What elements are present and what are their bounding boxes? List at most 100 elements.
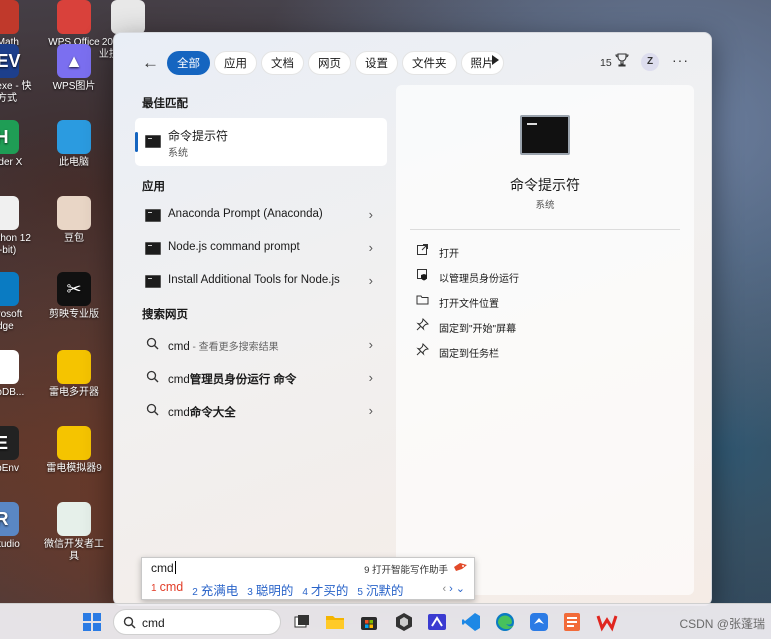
idle-python-icon (0, 196, 19, 230)
desktop-icon-label: Builder X (0, 157, 23, 168)
ime-candidate[interactable]: 2 充满电 (192, 580, 238, 599)
app-result-item[interactable]: Anaconda Prompt (Anaconda) › (135, 201, 387, 229)
desktop-icon-label: 剪映专业版 (49, 309, 99, 320)
wps-icon[interactable] (596, 611, 618, 633)
chevron-right-icon[interactable]: › (369, 273, 373, 288)
chevron-right-icon[interactable]: › (369, 403, 373, 418)
ime-candidate-bar: cmd 9 打开智能写作助手 1 cmd 2 充满电 3 聪明的 4 才买的 5 沉默的 ‹›⌄ (141, 557, 475, 600)
tab-4[interactable]: 设置 (355, 51, 398, 75)
web-result-label: cmd - 查看更多搜索结果 (168, 341, 279, 353)
chevron-right-icon[interactable]: › (369, 240, 373, 255)
desktop-icon-doubao[interactable]: 豆包 (44, 196, 104, 245)
store-icon[interactable] (358, 611, 380, 633)
desktop-icon-ld-player[interactable]: 雷电模拟器9 (44, 426, 104, 475)
desktop-icon-ld-multi[interactable]: 雷电多开器 (44, 350, 104, 399)
start-button[interactable] (83, 613, 101, 631)
back-arrow-icon[interactable]: ← (142, 53, 159, 73)
desktop-icon-devcpp[interactable]: DEV vcpp.exe - 快捷方式 (0, 44, 32, 105)
divider (410, 229, 680, 230)
bird-app-icon[interactable] (528, 611, 550, 633)
notes-app-icon[interactable] (561, 611, 583, 633)
tab-2[interactable]: 文档 (261, 51, 304, 75)
desktop-icon-wechat-dev[interactable]: 微信开发者工具 (44, 502, 104, 563)
chevron-right-icon[interactable]: › (369, 370, 373, 385)
desktop-icon-phpenv[interactable]: EphpEnv (0, 426, 32, 475)
ime-candidate[interactable]: 5 沉默的 (357, 580, 403, 599)
more-options-icon[interactable]: ··· (672, 52, 689, 68)
web-result-item[interactable]: cmd - 查看更多搜索结果 › (135, 331, 387, 359)
desktop-icon-edge[interactable]: Microsoft Edge (0, 272, 32, 333)
desktop-icon-label: phpEnv (0, 463, 19, 474)
best-match-heading: 最佳匹配 (142, 98, 188, 110)
next-page-icon[interactable]: › (449, 583, 456, 595)
desktop-icon-wps-image[interactable]: ▲ WPS图片 (44, 44, 104, 93)
unity-icon[interactable] (393, 611, 415, 633)
desktop-icon-mongodb[interactable]: ongoDB... (0, 350, 32, 399)
visual-studio-icon[interactable] (426, 611, 448, 633)
file-explorer-icon[interactable] (324, 611, 346, 633)
rstudio-icon: R (0, 502, 19, 536)
app-result-item[interactable]: Node.js command prompt › (135, 234, 387, 262)
ime-assistant-link[interactable]: 9 打开智能写作助手 (364, 562, 448, 576)
best-match-type: 系统 (168, 148, 188, 159)
terminal-icon (145, 209, 161, 222)
filter-bar: ← 全部 应用 文档 网页 设置 文件夹 照片 15 Z ··· (114, 51, 711, 75)
pin-icon (416, 317, 430, 331)
detail-type: 系统 (535, 200, 555, 211)
user-avatar[interactable]: Z (641, 53, 659, 71)
rewards-points: 15 (600, 57, 612, 69)
desktop-icon-wps-office[interactable]: WPS Office (44, 0, 104, 49)
web-result-label: cmd命令大全 (168, 407, 236, 419)
search-panel: ← 全部 应用 文档 网页 设置 文件夹 照片 15 Z ··· 最佳匹配 命令提示符 系统… (113, 32, 712, 606)
phpenv-icon: E (0, 426, 19, 460)
desktop-icon-jianying[interactable]: ✂ 剪映专业版 (44, 272, 104, 321)
watermark: CSDN @张蓬瑞 (679, 617, 765, 631)
chevron-right-icon[interactable]: › (369, 207, 373, 222)
app-result-item[interactable]: Install Additional Tools for Node.js › (135, 267, 387, 295)
search-icon (146, 337, 159, 350)
desktop-icon-label: ongoDB... (0, 387, 25, 398)
desktop-icon-axmath[interactable]: AxMath (0, 0, 32, 49)
ime-candidate[interactable]: 1 cmd (151, 580, 183, 599)
desktop-icon-label: 此电脑 (59, 157, 89, 168)
trophy-icon[interactable] (615, 53, 629, 70)
tab-1[interactable]: 应用 (214, 51, 257, 75)
selection-indicator (135, 132, 138, 152)
chevron-right-icon[interactable]: › (369, 337, 373, 352)
taskbar-search-box[interactable]: cmd (113, 609, 281, 635)
web-result-item[interactable]: cmd命令大全 › (135, 397, 387, 425)
vscode-icon[interactable] (460, 611, 482, 633)
wechat-dev-icon (57, 502, 91, 536)
best-match-item[interactable]: 命令提示符 系统 (135, 118, 387, 166)
desktop-icon-label: 微信开发者工具 (44, 539, 104, 562)
desktop-icon-label: E (Python 12 64-bit) (0, 233, 31, 256)
desktop-icon-label: WPS图片 (52, 81, 96, 92)
more-tabs-icon[interactable] (492, 55, 499, 65)
ime-page-nav[interactable]: ‹›⌄ (442, 582, 468, 595)
tab-0[interactable]: 全部 (167, 51, 210, 75)
desktop-icon-this-pc[interactable]: 此电脑 (44, 120, 104, 169)
tab-5[interactable]: 文件夹 (402, 51, 457, 75)
desktop-icon-hbuilder[interactable]: H Builder X (0, 120, 32, 169)
desktop-icon-rstudio[interactable]: R RStudio (0, 502, 32, 551)
edge-icon[interactable] (494, 611, 516, 633)
tab-3[interactable]: 网页 (308, 51, 351, 75)
desktop-icon-idle-python[interactable]: E (Python 12 64-bit) (0, 196, 32, 257)
web-result-item[interactable]: cmd管理员身份运行 命令 › (135, 364, 387, 392)
web-heading: 搜索网页 (142, 309, 188, 321)
expand-candidates-icon[interactable]: ⌄ (456, 583, 468, 595)
ld-player-icon (57, 426, 91, 460)
mongodb-icon (0, 350, 19, 384)
search-icon (123, 616, 136, 629)
desktop-icon-label: 豆包 (64, 233, 84, 244)
detail-action-label: 打开文件位置 (439, 299, 499, 310)
desktop-icon-label: 雷电模拟器9 (46, 463, 102, 474)
ime-candidates: 1 cmd 2 充满电 3 聪明的 4 才买的 5 沉默的 (151, 580, 404, 599)
ime-candidate[interactable]: 4 才买的 (302, 580, 348, 599)
axmath-icon (0, 0, 19, 34)
detail-action-label: 以管理员身份运行 (439, 274, 519, 285)
filter-tabs: 全部 应用 文档 网页 设置 文件夹 照片 (167, 51, 504, 75)
command-prompt-icon (145, 135, 161, 148)
ime-candidate[interactable]: 3 聪明的 (247, 580, 293, 599)
task-view-icon[interactable] (291, 611, 313, 633)
